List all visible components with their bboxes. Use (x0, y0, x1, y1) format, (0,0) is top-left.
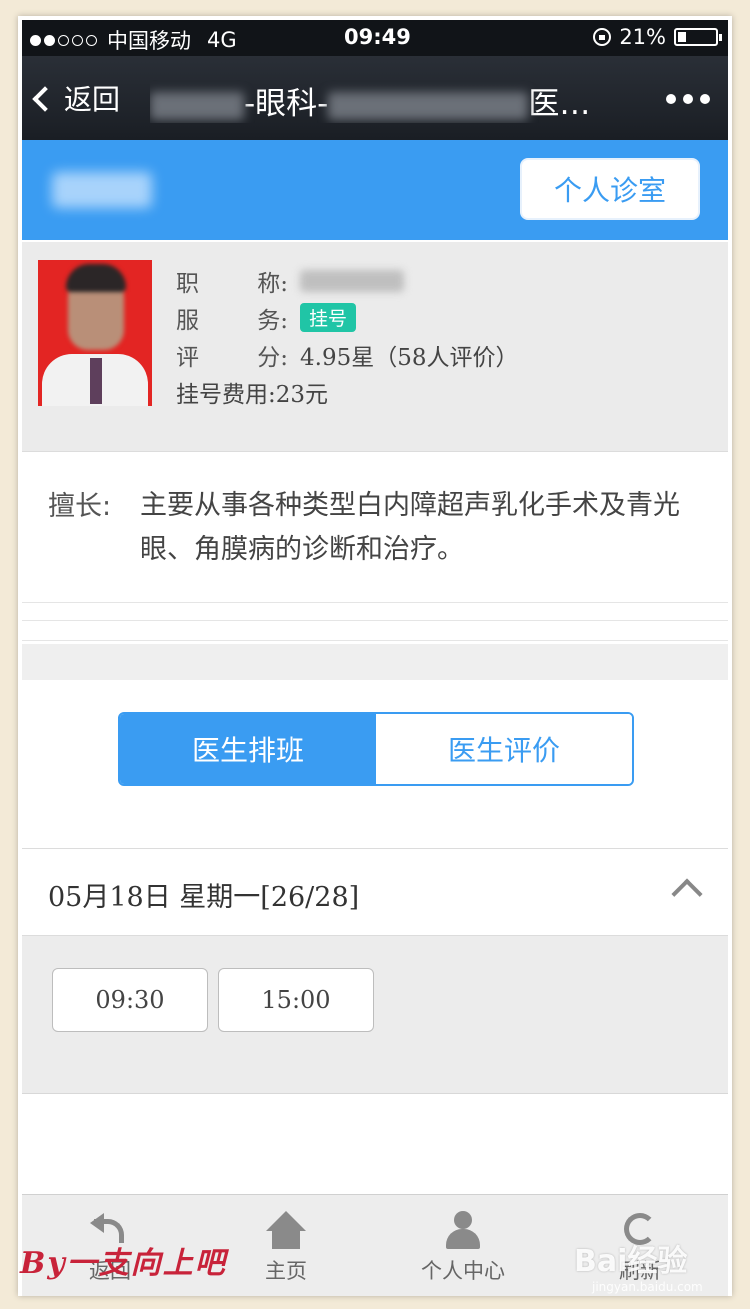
doctor-avatar (38, 260, 152, 406)
tab-doctor-reviews[interactable]: 医生评价 (376, 714, 632, 784)
page-title-part: 医… (528, 86, 591, 122)
carrier-name: 中国移动 (107, 29, 191, 53)
expertise-text: 主要从事各种类型白内障超声乳化手术及青光眼、角膜病的诊断和治疗。 (140, 490, 680, 565)
phone-screen: 中国移动 4G 09:49 21% 返回 -眼科- 医… 个人诊室 职称: 服 … (22, 20, 728, 1296)
time-slots: 09:30 15:00 (22, 936, 728, 1094)
person-icon (443, 1211, 483, 1249)
rating-row: 评分: 4.95星（58人评价） (176, 336, 518, 373)
doctor-header: 个人诊室 (22, 140, 728, 240)
title-label: 职称: (176, 270, 288, 297)
signal-strength-icon (30, 34, 97, 46)
divider (22, 602, 728, 603)
doctor-fields: 职称: 服务: 挂号 评分: 4.95星（58人评价） 挂号费用: 23元 (176, 262, 518, 410)
divider (22, 620, 728, 621)
author-watermark: By一支向上吧 (20, 1246, 227, 1281)
title-value-redacted (300, 269, 404, 292)
back-arrow-icon (32, 86, 58, 112)
page-title-part: -眼科- (244, 86, 329, 122)
service-row: 服务: 挂号 (176, 299, 518, 336)
home-icon (266, 1211, 306, 1249)
schedule-date: 05月18日 星期一[26/28] (48, 882, 360, 913)
rating-label: 评分: (176, 344, 288, 371)
rotation-lock-icon (593, 28, 612, 46)
doctor-info-card: 职称: 服务: 挂号 评分: 4.95星（58人评价） 挂号费用: 23元 (22, 242, 728, 452)
page-title: -眼科- 医… (150, 78, 640, 123)
rating-value: 4.95星（58人评价） (300, 344, 519, 371)
baidu-url-watermark: jingyan.baidu.com (592, 1280, 703, 1294)
time-slot-button[interactable]: 09:30 (52, 968, 208, 1032)
time-slot-button[interactable]: 15:00 (218, 968, 374, 1032)
expertise-section: 擅长: 主要从事各种类型白内障超声乳化手术及青光眼、角膜病的诊断和治疗。 (22, 452, 728, 644)
fee-row: 挂号费用: 23元 (176, 373, 518, 410)
tabbar-profile-label: 个人中心 (421, 1259, 505, 1283)
navigation-bar: 返回 -眼科- 医… (22, 56, 728, 140)
section-gap (22, 644, 728, 680)
fee-label: 挂号费用: (176, 381, 276, 408)
battery-percent: 21% (619, 25, 666, 49)
baidu-watermark: Bai经验 (574, 1244, 688, 1279)
back-button[interactable]: 返回 (32, 78, 121, 118)
redacted-text (150, 91, 244, 120)
battery-icon (674, 28, 722, 46)
redacted-text (328, 91, 529, 120)
network-type: 4G (207, 28, 237, 52)
expertise-label: 擅长: (48, 491, 112, 522)
more-options-icon[interactable] (666, 94, 710, 104)
chevron-up-icon[interactable] (671, 878, 703, 910)
divider (22, 640, 728, 641)
tab-doctor-schedule[interactable]: 医生排班 (120, 714, 376, 784)
doctor-name-redacted (52, 172, 152, 208)
service-label: 服务: (176, 307, 288, 334)
personal-clinic-button[interactable]: 个人诊室 (520, 158, 700, 220)
tabbar-profile[interactable]: 个人中心 (375, 1195, 551, 1296)
title-row: 职称: (176, 262, 518, 299)
status-bar: 中国移动 4G 09:49 21% (22, 20, 728, 56)
segmented-tabs: 医生排班 医生评价 (118, 712, 634, 786)
status-time: 09:49 (344, 25, 411, 49)
fee-value: 23元 (275, 381, 329, 408)
schedule-date-row[interactable]: 05月18日 星期一[26/28] (22, 848, 728, 936)
back-label: 返回 (64, 83, 121, 116)
registration-tag[interactable]: 挂号 (300, 303, 357, 332)
